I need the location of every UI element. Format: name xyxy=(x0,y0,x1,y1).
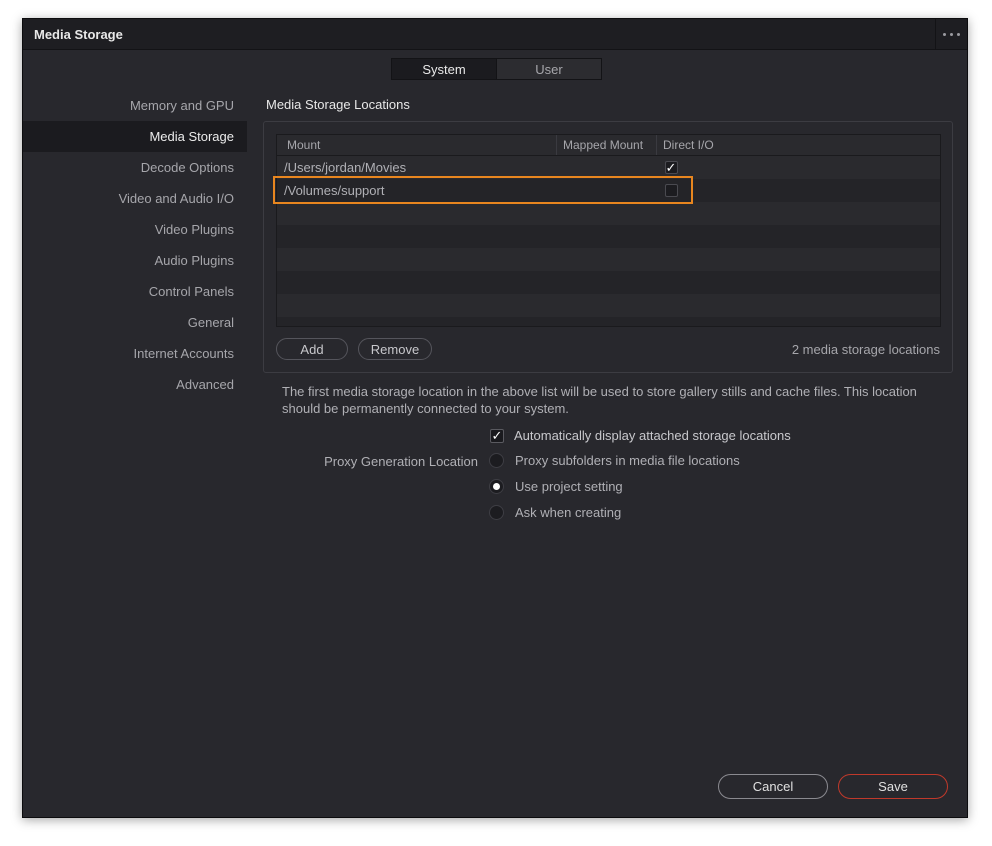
ellipsis-icon xyxy=(941,32,962,36)
sidebar-item-control-panels[interactable]: Control Panels xyxy=(23,276,247,307)
radio-label: Ask when creating xyxy=(515,505,622,520)
tab-system[interactable]: System xyxy=(392,59,496,79)
window-title: Media Storage xyxy=(34,27,123,42)
proxy-option-project-setting[interactable]: Use project setting xyxy=(489,479,623,494)
sidebar-item-memory-and-gpu[interactable]: Memory and GPU xyxy=(23,90,247,121)
table-row[interactable]: /Users/jordan/Movies ✓ xyxy=(277,156,940,179)
sidebar-item-video-and-audio-io[interactable]: Video and Audio I/O xyxy=(23,183,247,214)
column-header-mount[interactable]: Mount xyxy=(277,135,557,155)
table-row[interactable]: /Volumes/support xyxy=(277,179,940,202)
table-row-empty xyxy=(277,202,940,225)
radio-label: Use project setting xyxy=(515,479,623,494)
table-row-empty xyxy=(277,248,940,271)
radio-label: Proxy subfolders in media file locations xyxy=(515,453,740,468)
sidebar-item-audio-plugins[interactable]: Audio Plugins xyxy=(23,245,247,276)
preferences-window: Media Storage System User Memory and GPU… xyxy=(22,18,968,818)
radio-button-selected[interactable] xyxy=(489,479,504,494)
sidebar-item-internet-accounts[interactable]: Internet Accounts xyxy=(23,338,247,369)
radio-button[interactable] xyxy=(489,453,504,468)
save-button[interactable]: Save xyxy=(838,774,948,799)
title-bar: Media Storage xyxy=(23,19,967,50)
sidebar-item-general[interactable]: General xyxy=(23,307,247,338)
checkmark-icon: ✓ xyxy=(665,160,677,175)
auto-display-label: Automatically display attached storage l… xyxy=(514,428,791,443)
location-count: 2 media storage locations xyxy=(791,342,940,357)
radio-button[interactable] xyxy=(489,505,504,520)
preferences-sidebar: Memory and GPU Media Storage Decode Opti… xyxy=(23,90,247,400)
storage-locations-panel: Mount Mapped Mount Direct I/O /Users/jor… xyxy=(263,121,953,373)
table-header: Mount Mapped Mount Direct I/O xyxy=(277,135,940,156)
column-header-direct-io[interactable]: Direct I/O xyxy=(657,135,940,155)
direct-io-checkbox[interactable]: ✓ xyxy=(664,160,678,175)
sidebar-item-advanced[interactable]: Advanced xyxy=(23,369,247,400)
cancel-button[interactable]: Cancel xyxy=(718,774,828,799)
auto-display-option[interactable]: ✓ Automatically display attached storage… xyxy=(490,428,791,443)
remove-button[interactable]: Remove xyxy=(358,338,432,360)
table-row-empty xyxy=(277,225,940,248)
proxy-option-ask[interactable]: Ask when creating xyxy=(489,505,621,520)
direct-io-checkbox[interactable] xyxy=(664,184,678,197)
sidebar-item-media-storage[interactable]: Media Storage xyxy=(23,121,247,152)
table-body: /Users/jordan/Movies ✓ /Volumes/support xyxy=(277,156,940,317)
checkmark-icon: ✓ xyxy=(491,428,503,443)
auto-display-checkbox[interactable]: ✓ xyxy=(490,428,504,443)
sidebar-item-decode-options[interactable]: Decode Options xyxy=(23,152,247,183)
proxy-generation-label: Proxy Generation Location xyxy=(324,454,478,469)
sidebar-item-video-plugins[interactable]: Video Plugins xyxy=(23,214,247,245)
scope-tabs: System User xyxy=(391,58,602,80)
table-row-empty xyxy=(277,271,940,294)
mount-path: /Users/jordan/Movies xyxy=(284,160,407,175)
storage-description: The first media storage location in the … xyxy=(282,384,917,416)
column-header-mapped-mount[interactable]: Mapped Mount xyxy=(557,135,657,155)
proxy-option-subfolders[interactable]: Proxy subfolders in media file locations xyxy=(489,453,740,468)
section-title: Media Storage Locations xyxy=(266,97,410,112)
more-options-button[interactable] xyxy=(935,19,967,49)
locations-table: Mount Mapped Mount Direct I/O /Users/jor… xyxy=(276,134,941,327)
table-row-empty xyxy=(277,294,940,317)
tab-user[interactable]: User xyxy=(496,59,601,79)
mount-path: /Volumes/support xyxy=(284,183,385,198)
add-button[interactable]: Add xyxy=(276,338,348,360)
